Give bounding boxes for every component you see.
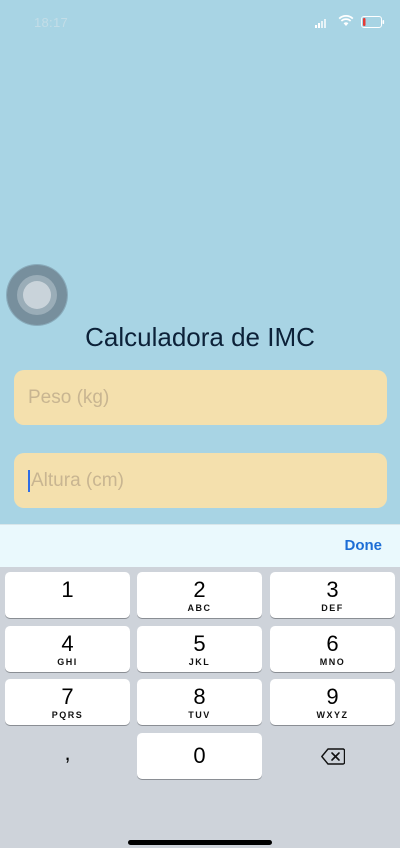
status-time: 18:17 [34,15,69,30]
key-digit: 8 [193,684,206,709]
key-letters: TUV [188,710,211,720]
key-8[interactable]: 8 TUV [137,679,262,725]
done-button[interactable]: Done [345,537,383,554]
page-title: Calculadora de IMC [85,322,315,352]
key-digit: 2 [193,577,206,602]
weight-placeholder: Peso (kg) [28,386,110,408]
assistive-touch-core [23,281,51,309]
key-digit: 4 [61,631,74,656]
key-7[interactable]: 7 PQRS [5,679,130,725]
key-letters: DEF [321,603,344,613]
key-letters: PQRS [51,710,84,720]
assistive-touch-button[interactable] [7,265,67,325]
wifi-icon [338,14,354,26]
battery-icon [361,16,385,28]
key-digit: 6 [326,631,339,656]
weight-input[interactable]: Peso (kg) [14,370,387,425]
key-5[interactable]: 5 JKL [137,626,262,672]
key-letters: GHI [57,657,78,667]
comma-key[interactable]: , [5,733,130,779]
height-placeholder: Altura (cm) [31,469,124,491]
home-indicator [128,840,272,845]
key-digit: 3 [326,577,339,602]
height-input[interactable]: Altura (cm) [14,453,387,508]
key-0[interactable]: 0 [137,733,262,779]
key-2[interactable]: 2 ABC [137,572,262,618]
key-digit: 5 [193,631,206,656]
number-pad: 1 2 ABC 3 DEF 4 GHI 5 JKL 6 MNO 7 PQRS 8… [0,567,400,848]
status-bar: 18:17 [0,0,400,44]
key-3[interactable]: 3 DEF [270,572,395,618]
key-letters: JKL [188,657,211,667]
key-letters: MNO [319,657,346,667]
key-9[interactable]: 9 WXYZ [270,679,395,725]
key-digit: 7 [61,684,74,709]
backspace-icon [320,747,345,765]
key-1[interactable]: 1 [5,572,130,618]
key-letters: WXYZ [316,710,349,720]
key-6[interactable]: 6 MNO [270,626,395,672]
key-digit: 1 [61,577,74,602]
text-cursor [28,469,30,492]
signal-icon [315,19,326,28]
key-digit: 0 [193,743,206,768]
keyboard-accessory-bar: Done [0,524,400,567]
key-4[interactable]: 4 GHI [5,626,130,672]
key-letters: ABC [187,603,212,613]
key-digit: 9 [326,684,339,709]
delete-key[interactable] [270,733,395,779]
